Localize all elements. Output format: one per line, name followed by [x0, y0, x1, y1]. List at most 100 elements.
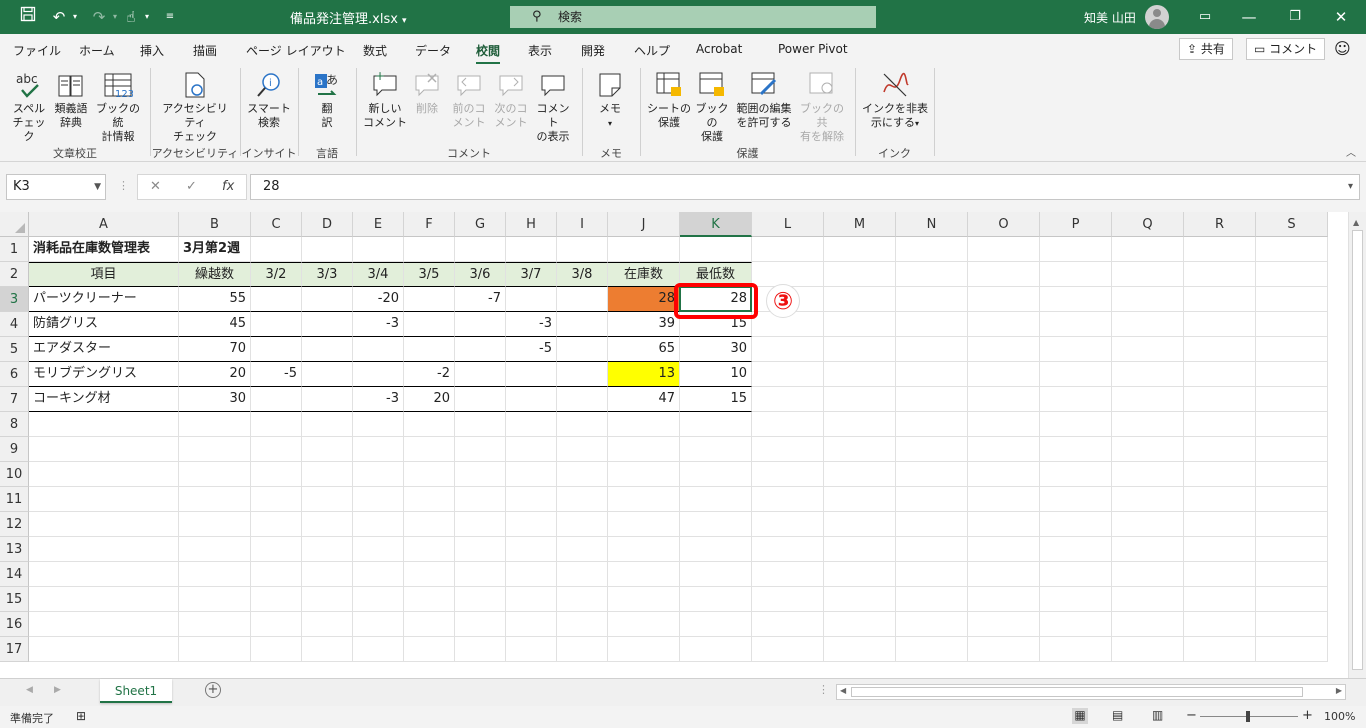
empty-cell[interactable]	[1256, 562, 1328, 587]
tab-developer[interactable]: 開発	[581, 42, 605, 59]
empty-cell[interactable]	[896, 237, 968, 262]
empty-cell[interactable]	[1040, 412, 1112, 437]
empty-cell[interactable]	[179, 512, 251, 537]
tab-formulas[interactable]: 数式	[363, 42, 387, 59]
add-sheet-icon[interactable]: +	[205, 682, 221, 698]
empty-cell[interactable]	[824, 337, 896, 362]
empty-cell[interactable]	[1184, 462, 1256, 487]
empty-cell[interactable]	[1184, 287, 1256, 312]
column-header-l[interactable]: L	[752, 212, 824, 237]
column-header-h[interactable]: H	[506, 212, 557, 237]
empty-cell[interactable]	[179, 412, 251, 437]
table-cell[interactable]: 55	[179, 287, 251, 312]
empty-cell[interactable]	[1112, 562, 1184, 587]
empty-cell[interactable]	[302, 462, 353, 487]
empty-cell[interactable]	[896, 612, 968, 637]
row-header-1[interactable]: 1	[0, 237, 29, 262]
empty-cell[interactable]	[896, 562, 968, 587]
empty-cell[interactable]	[968, 537, 1040, 562]
empty-cell[interactable]	[896, 287, 968, 312]
table-cell[interactable]: 30	[680, 337, 752, 362]
empty-cell[interactable]	[752, 462, 824, 487]
empty-cell[interactable]	[824, 637, 896, 662]
item-name-cell[interactable]: モリブデングリス	[29, 362, 179, 387]
show-comments-button[interactable]: コメント の表示	[532, 70, 574, 144]
empty-cell[interactable]	[896, 337, 968, 362]
empty-cell[interactable]	[353, 562, 404, 587]
empty-cell[interactable]	[1040, 287, 1112, 312]
empty-cell[interactable]	[251, 612, 302, 637]
table-cell[interactable]	[506, 362, 557, 387]
customize-qat-icon[interactable]: ≡	[162, 6, 178, 28]
workbook-statistics-button[interactable]: 123 ブックの統 計情報	[92, 70, 144, 144]
scroll-tabs-left-icon[interactable]: ◀	[26, 685, 33, 695]
table-cell[interactable]: 45	[179, 312, 251, 337]
delete-comment-button[interactable]: 削除	[410, 70, 444, 116]
empty-cell[interactable]	[251, 462, 302, 487]
user-avatar[interactable]	[1145, 5, 1169, 29]
table-header-cell[interactable]: 3/4	[353, 262, 404, 287]
empty-cell[interactable]	[968, 462, 1040, 487]
table-cell[interactable]	[557, 312, 608, 337]
table-header-cell[interactable]: 3/3	[302, 262, 353, 287]
table-cell[interactable]	[251, 387, 302, 412]
table-cell[interactable]: 30	[179, 387, 251, 412]
check-accessibility-button[interactable]: アクセシビリティ チェック	[158, 70, 232, 144]
ribbon-display-icon[interactable]: ▭	[1192, 6, 1218, 28]
empty-cell[interactable]	[353, 237, 404, 262]
table-cell[interactable]	[455, 362, 506, 387]
column-header-m[interactable]: M	[824, 212, 896, 237]
empty-cell[interactable]	[608, 637, 680, 662]
table-cell[interactable]: 39	[608, 312, 680, 337]
empty-cell[interactable]	[1256, 637, 1328, 662]
empty-cell[interactable]	[1184, 612, 1256, 637]
table-cell[interactable]: 70	[179, 337, 251, 362]
row-header-15[interactable]: 15	[0, 587, 29, 612]
empty-cell[interactable]	[1184, 587, 1256, 612]
empty-cell[interactable]	[824, 237, 896, 262]
empty-cell[interactable]	[1112, 287, 1184, 312]
table-cell[interactable]: -5	[251, 362, 302, 387]
zoom-in-icon[interactable]: +	[1302, 708, 1313, 723]
touch-mode-icon[interactable]: ☝	[120, 6, 142, 28]
empty-cell[interactable]	[752, 512, 824, 537]
empty-cell[interactable]	[824, 437, 896, 462]
empty-cell[interactable]	[824, 312, 896, 337]
column-header-o[interactable]: O	[968, 212, 1040, 237]
item-name-cell[interactable]: 防錆グリス	[29, 312, 179, 337]
empty-cell[interactable]	[404, 437, 455, 462]
empty-cell[interactable]	[302, 612, 353, 637]
empty-cell[interactable]	[608, 612, 680, 637]
empty-cell[interactable]	[455, 587, 506, 612]
table-cell[interactable]	[302, 362, 353, 387]
empty-cell[interactable]	[179, 587, 251, 612]
tab-draw[interactable]: 描画	[193, 42, 217, 59]
table-cell[interactable]	[251, 287, 302, 312]
empty-cell[interactable]	[896, 437, 968, 462]
empty-cell[interactable]	[680, 462, 752, 487]
tab-page-layout[interactable]: ページ レイアウト	[246, 42, 346, 59]
sheet-tab-sheet1[interactable]: Sheet1	[100, 679, 172, 703]
protect-sheet-button[interactable]: シートの 保護	[647, 70, 691, 130]
row-header-11[interactable]: 11	[0, 487, 29, 512]
empty-cell[interactable]	[1112, 587, 1184, 612]
empty-cell[interactable]	[179, 437, 251, 462]
empty-cell[interactable]	[302, 512, 353, 537]
empty-cell[interactable]	[455, 512, 506, 537]
column-header-b[interactable]: B	[179, 212, 251, 237]
empty-cell[interactable]	[824, 537, 896, 562]
empty-cell[interactable]	[506, 237, 557, 262]
redo-icon[interactable]: ↷	[88, 6, 110, 28]
tab-insert[interactable]: 挿入	[140, 42, 164, 59]
empty-cell[interactable]	[824, 287, 896, 312]
item-name-cell[interactable]: パーツクリーナー	[29, 287, 179, 312]
empty-cell[interactable]	[968, 562, 1040, 587]
table-cell[interactable]	[353, 362, 404, 387]
empty-cell[interactable]	[353, 612, 404, 637]
empty-cell[interactable]	[680, 612, 752, 637]
save-icon[interactable]	[18, 6, 38, 28]
empty-cell[interactable]	[1112, 337, 1184, 362]
empty-cell[interactable]	[353, 412, 404, 437]
column-header-r[interactable]: R	[1184, 212, 1256, 237]
table-cell[interactable]	[404, 337, 455, 362]
